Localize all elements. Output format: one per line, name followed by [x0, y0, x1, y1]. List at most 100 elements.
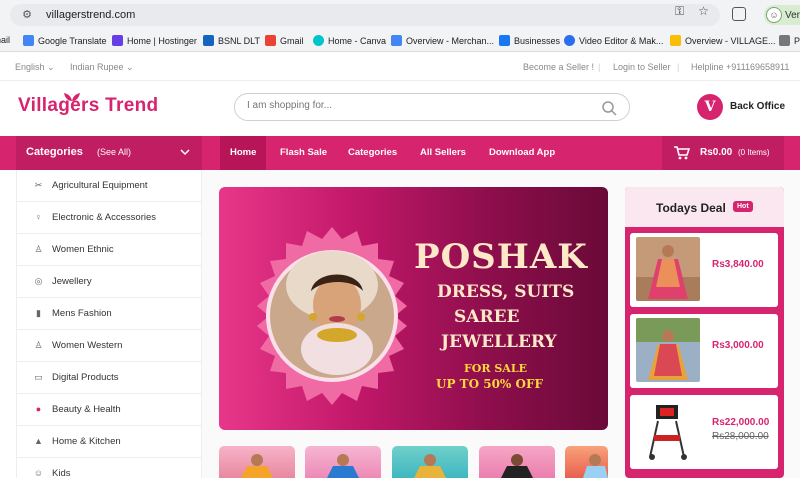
nav-all-sellers[interactable]: All Sellers — [410, 136, 476, 170]
sidebar-item-beauty-health[interactable]: ● Beauty & Health — [17, 394, 202, 426]
dress-icon: ♙ — [34, 340, 43, 350]
utility-bar: English ⌄ Indian Rupee ⌄ Become a Seller… — [0, 53, 800, 81]
helpline-text: Helpline +911169658911 — [691, 62, 790, 72]
extensions-icon[interactable] — [732, 7, 746, 21]
login-seller-link[interactable]: Login to Seller — [613, 62, 671, 72]
dress-icon: ♙ — [34, 244, 43, 254]
see-all-link[interactable]: (See All) — [97, 147, 131, 157]
address-bar[interactable]: ⚙ villagerstrend.com — [10, 4, 720, 26]
sidebar-item-women-ethnic[interactable]: ♙ Women Ethnic — [17, 234, 202, 266]
browser-toolbar: ⚙ villagerstrend.com ⚿ ☆ ☺ Ver — [0, 0, 800, 30]
site-logo[interactable]: Villagers Trend — [18, 95, 158, 117]
bookmark-item[interactable]: Home - Canva — [313, 35, 386, 46]
search-input[interactable] — [247, 100, 587, 111]
sidebar-item-jewellery[interactable]: ◎ Jewellery — [17, 266, 202, 298]
profile-button[interactable]: ☺ Ver — [764, 5, 800, 25]
deal-price: Rs3,840.00 — [712, 259, 764, 270]
shirt-icon: ▮ — [36, 308, 41, 318]
bulb-icon: ♀ — [35, 212, 42, 222]
product-thumbnail[interactable] — [219, 446, 295, 478]
categories-title: Categories — [26, 146, 83, 158]
merchant-icon — [391, 35, 402, 46]
sidebar-item-digital-products[interactable]: ▭ Digital Products — [17, 362, 202, 394]
sidebar-item-kids[interactable]: ☺ Kids — [17, 458, 202, 478]
divider: | — [598, 62, 601, 72]
become-seller-link[interactable]: Become a Seller ! — [523, 62, 594, 72]
bookmark-item[interactable]: Overview - VILLAGE... — [670, 35, 776, 46]
deal-price: Rs22,000.00 — [712, 417, 770, 428]
search-icon[interactable] — [601, 100, 617, 116]
bookmark-item[interactable]: Overview - Merchan... — [391, 35, 494, 46]
bookmark-item[interactable]: Google Translate — [23, 35, 107, 46]
banner-line-2: SAREE — [454, 307, 520, 327]
banner-title: POSHAK — [414, 237, 588, 277]
sidebar-item-mens-fashion[interactable]: ▮ Mens Fashion — [17, 298, 202, 330]
main-nav: Categories (See All) Home Flash Sale Cat… — [0, 136, 800, 170]
product-image[interactable] — [636, 399, 700, 463]
product-image[interactable] — [636, 318, 700, 382]
deal-product-card[interactable]: Rs3,840.00 — [630, 233, 778, 307]
bookmark-item[interactable]: Home | Hostinger — [112, 35, 197, 46]
nav-home[interactable]: Home — [220, 136, 267, 170]
monitor-icon: ▭ — [34, 372, 43, 382]
sidebar-item-women-western[interactable]: ♙ Women Western — [17, 330, 202, 362]
todays-deal-panel: Todays Deal Hot Rs3,840.00 Rs3,000.00 Rs… — [625, 187, 784, 478]
translate-icon — [23, 35, 34, 46]
language-select[interactable]: English ⌄ — [15, 62, 55, 73]
bookmark-folder[interactable]: P — [779, 35, 800, 46]
todays-deal-title: Todays Deal — [656, 201, 726, 215]
nav-categories[interactable]: Categories — [338, 136, 407, 170]
product-thumbnail[interactable] — [392, 446, 468, 478]
bookmark-star-icon[interactable]: ☆ — [698, 4, 709, 19]
categories-dropdown[interactable]: Categories (See All) — [16, 136, 202, 170]
tools-icon: ✂ — [34, 180, 43, 190]
product-thumbnail[interactable] — [479, 446, 555, 478]
sidebar-item-home-kitchen[interactable]: ▲ Home & Kitchen — [17, 426, 202, 458]
currency-select[interactable]: Indian Rupee ⌄ — [70, 62, 134, 73]
meta-icon — [499, 35, 510, 46]
hostinger-icon — [112, 35, 123, 46]
chevron-down-icon[interactable] — [180, 147, 190, 157]
cart-icon — [674, 146, 690, 160]
cart-amount: Rs0.00 — [700, 147, 733, 158]
product-thumbnail[interactable] — [565, 446, 608, 478]
cart-button[interactable]: Rs0.00 (0 Items) — [662, 136, 784, 170]
category-sidebar: ✂ Agricultural Equipment ♀ Electronic & … — [16, 170, 202, 478]
todays-deal-header: Todays Deal Hot — [625, 187, 784, 227]
deal-price: Rs3,000.00 — [712, 340, 764, 351]
product-image[interactable] — [636, 237, 700, 301]
nav-download-app[interactable]: Download App — [479, 136, 565, 170]
hero-banner[interactable]: POSHAK DRESS, SUITS SAREE JEWELLERY FOR … — [219, 187, 608, 430]
bookmark-item[interactable]: BSNL DLT — [203, 35, 260, 46]
bsnl-icon — [203, 35, 214, 46]
banner-line-3: JEWELLERY — [441, 332, 557, 352]
site-info-icon[interactable]: ⚙ — [20, 8, 34, 22]
deal-product-card[interactable]: Rs3,000.00 — [630, 314, 778, 388]
folder-icon — [779, 35, 790, 46]
search-box[interactable] — [234, 93, 630, 121]
video-editor-icon — [564, 35, 575, 46]
deal-old-price: Rs28,000.00 — [712, 431, 769, 442]
profile-label: Ver — [785, 9, 800, 21]
sidebar-item-agricultural[interactable]: ✂ Agricultural Equipment — [17, 170, 202, 202]
bookmark-item[interactable]: Gmail — [265, 35, 304, 46]
back-office-link[interactable]: Back Office — [730, 101, 785, 112]
bookmark-item[interactable]: Video Editor & Mak... — [564, 35, 663, 46]
profile-avatar-icon: ☺ — [766, 7, 782, 23]
back-office-logo-icon[interactable]: V — [697, 94, 723, 120]
bookmark-item[interactable]: nail — [0, 35, 10, 45]
canva-icon — [313, 35, 324, 46]
sidebar-item-electronics[interactable]: ♀ Electronic & Accessories — [17, 202, 202, 234]
deal-product-card[interactable]: Rs22,000.00 Rs28,000.00 — [630, 395, 778, 469]
home-icon: ▲ — [34, 436, 43, 446]
ads-icon — [670, 35, 681, 46]
banner-sale-text: FOR SALE — [464, 362, 527, 375]
banner-line-1: DRESS, SUITS — [437, 282, 575, 302]
banner-offer-text: UP TO 50% OFF — [436, 377, 543, 391]
nav-flash-sale[interactable]: Flash Sale — [270, 136, 337, 170]
product-thumbnail[interactable] — [305, 446, 381, 478]
bookmark-item[interactable]: Businesses — [499, 35, 560, 46]
model-photo-badge — [257, 227, 407, 405]
url-text[interactable]: villagerstrend.com — [46, 9, 135, 21]
key-icon[interactable]: ⚿ — [675, 4, 684, 19]
